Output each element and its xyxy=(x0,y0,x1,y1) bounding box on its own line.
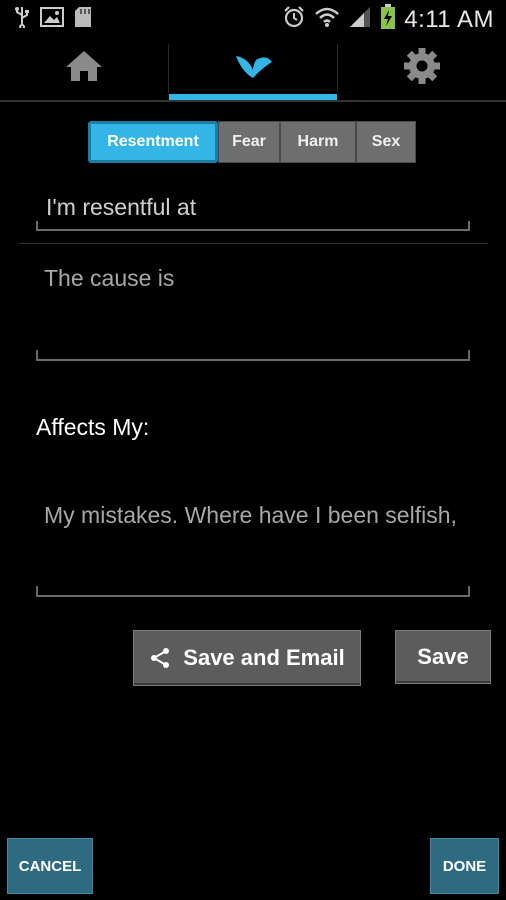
cancel-button[interactable]: CANCEL xyxy=(7,838,93,894)
mistakes-underline xyxy=(36,595,470,597)
field-tick xyxy=(36,586,38,596)
segment-resentment[interactable]: Resentment xyxy=(88,121,218,163)
affects-label: Affects My: xyxy=(36,414,150,440)
field-tick xyxy=(36,221,38,231)
section-divider xyxy=(18,243,488,244)
tab-bar xyxy=(0,36,506,100)
signal-icon xyxy=(348,5,372,34)
cause-field[interactable]: The cause is xyxy=(44,265,478,292)
done-button[interactable]: DONE xyxy=(430,838,499,894)
segment-sex[interactable]: Sex xyxy=(356,121,416,163)
sd-card-icon xyxy=(74,6,92,33)
home-icon xyxy=(64,49,104,88)
field-tick xyxy=(468,586,470,596)
resentful-at-underline xyxy=(36,229,470,231)
leaf-icon xyxy=(232,50,274,87)
cause-underline xyxy=(36,359,470,361)
share-icon xyxy=(149,647,171,669)
wifi-icon xyxy=(314,5,340,34)
save-button[interactable]: Save xyxy=(395,630,491,684)
tab-inventory[interactable] xyxy=(169,36,337,100)
status-bar: 4:11 AM xyxy=(0,0,506,36)
tab-home[interactable] xyxy=(0,36,168,100)
field-tick xyxy=(468,350,470,360)
mistakes-field[interactable]: My mistakes. Where have I been selfish, xyxy=(44,502,470,529)
save-and-email-button[interactable]: Save and Email xyxy=(133,630,361,686)
image-icon xyxy=(40,7,64,32)
status-time: 4:11 AM xyxy=(404,5,494,33)
battery-charging-icon xyxy=(380,4,396,35)
segment-fear[interactable]: Fear xyxy=(218,121,280,163)
tab-settings[interactable] xyxy=(338,36,506,100)
category-segmented-control: Resentment Fear Harm Sex xyxy=(88,121,416,163)
tab-bar-divider xyxy=(0,100,506,102)
segment-harm[interactable]: Harm xyxy=(280,121,356,163)
field-tick xyxy=(36,350,38,360)
usb-icon xyxy=(14,6,30,33)
save-and-email-label: Save and Email xyxy=(183,645,345,670)
resentful-at-field[interactable]: I'm resentful at xyxy=(46,194,480,221)
field-tick xyxy=(468,221,470,231)
alarm-icon xyxy=(282,5,306,34)
gear-icon xyxy=(403,47,441,90)
